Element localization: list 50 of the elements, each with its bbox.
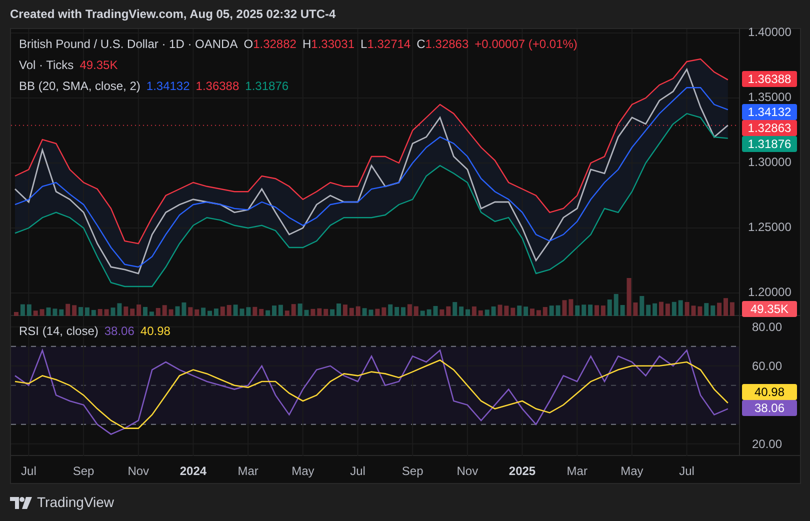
time-axis-label: Jul [350,463,366,480]
price-label: 38.06 [742,400,797,416]
price-axis-label: 1.40000 [748,26,792,38]
logo-icon [10,496,32,508]
rsi-axis-label: 20.00 [752,436,782,451]
time-axis-label: May [620,463,644,480]
header-text: Created with TradingView.com, Aug 05, 2025 02:32 UTC-4 [10,6,336,23]
price-label: 1.31876 [742,136,797,152]
volume-legend-label: Vol · Ticks [19,57,74,74]
ohlc-label: O [244,36,254,53]
indicator-value: 1.34132 [146,78,190,95]
price-axis-label: 1.35000 [748,91,792,104]
time-axis-label: 2025 [508,463,536,480]
rsi-axis-label: 60.00 [752,358,782,373]
indicator-value: 40.98 [140,323,170,340]
ohlc-label: H [302,36,312,53]
price-label: 40.98 [742,384,797,400]
ohlc-value: 1.32714 [367,36,411,53]
rsi-legend-label: RSI (14, close) [19,323,98,340]
bollinger-legend-label: BB (20, SMA, close, 2) [19,78,140,95]
volume-value: 49.35K [80,57,118,74]
time-axis-label: Nov [128,463,150,480]
time-axis-label: Mar [566,463,588,480]
time-axis-label: Jul [21,463,36,480]
time-axis-label: Jul [679,463,694,480]
brand-name: TradingView [37,493,114,512]
price-label: 49.35K [742,301,797,317]
ohlc-value: 1.32882 [253,36,296,53]
price-label: 1.32863 [742,120,797,136]
ohlc-value: 1.32863 [425,36,469,53]
ohlc-value: 1.33031 [311,36,355,53]
time-axis-label: May [292,463,314,480]
price-label: 1.36388 [742,71,797,87]
time-axis-label: Nov [456,463,478,480]
time-axis-label: Mar [238,463,258,480]
symbol-title: British Pound / U.S. Dollar · 1D · OANDA [19,36,238,53]
indicator-value: 38.06 [104,323,134,340]
rsi-axis-label: 80.00 [752,320,782,334]
time-axis-label: Sep [402,463,424,480]
price-axis-label: 1.30000 [748,156,792,168]
time-axis-label: Sep [72,463,94,480]
indicator-value: 1.36388 [196,78,240,95]
time-axis-label: 2024 [180,463,207,480]
price-change: +0.00007 (+0.01%) [474,36,578,53]
price-label: 1.34132 [742,104,797,120]
ohlc-label: C [416,36,426,53]
price-axis-label: 1.25000 [748,221,792,233]
price-axis-label: 1.20000 [748,286,792,298]
indicator-value: 1.31876 [245,78,289,95]
ohlc-label: L [360,36,368,53]
